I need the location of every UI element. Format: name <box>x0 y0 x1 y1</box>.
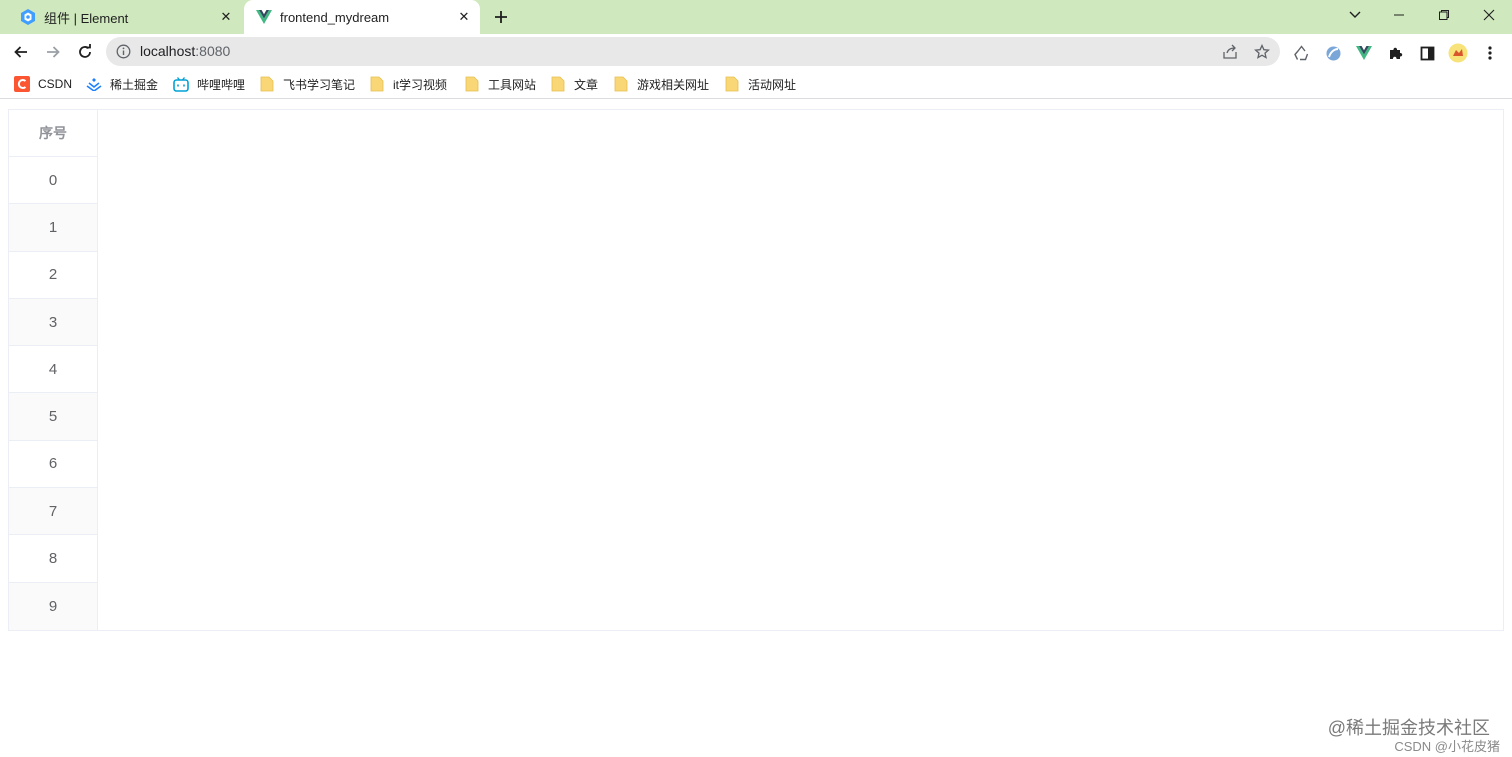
table-row: 5 <box>9 393 97 441</box>
minimize-icon <box>1394 14 1404 16</box>
bookmark-label: it学习视频 <box>393 77 448 92</box>
page-content: 序号 0 1 2 3 4 5 6 7 8 9 @稀土掘金技术社区 CSDN @小… <box>0 100 1512 757</box>
csdn-icon <box>14 76 30 92</box>
minimize-button[interactable] <box>1386 4 1412 26</box>
bookmark-label: 文章 <box>574 77 599 92</box>
bookmark-folder-events[interactable]: 活动网址 <box>724 75 796 93</box>
tab-search-button[interactable] <box>1342 4 1368 26</box>
close-icon[interactable]: ✕ <box>218 9 234 25</box>
tab-element[interactable]: 组件 | Element ✕ <box>0 0 242 34</box>
chevron-down-icon <box>1349 11 1361 18</box>
tab-title: 组件 | Element <box>44 10 129 26</box>
extensions-button[interactable] <box>1386 43 1406 63</box>
forward-button[interactable] <box>41 40 65 64</box>
close-icon[interactable]: ✕ <box>456 9 472 25</box>
bookmark-label: 稀土掘金 <box>110 77 159 92</box>
profile-avatar[interactable] <box>1448 43 1468 63</box>
bookmark-label: 活动网址 <box>748 77 797 92</box>
url-text: localhost:8080 <box>140 43 231 59</box>
address-bar[interactable]: localhost:8080 <box>106 37 1280 66</box>
reload-icon <box>79 44 91 58</box>
table-row: 7 <box>9 488 97 536</box>
side-panel-icon <box>1420 46 1434 60</box>
element-ui-icon <box>20 9 36 25</box>
vue-icon <box>1356 46 1372 60</box>
folder-icon <box>613 76 629 92</box>
bookmark-label: 工具网站 <box>488 77 537 92</box>
folder-icon <box>369 76 385 92</box>
data-table: 序号 0 1 2 3 4 5 6 7 8 9 <box>8 109 1504 631</box>
arrow-right-icon <box>47 46 60 58</box>
share-icon <box>1223 44 1237 59</box>
folder-icon <box>259 76 275 92</box>
bookmark-folder-articles[interactable]: 文章 <box>550 75 598 93</box>
table-row: 3 <box>9 298 97 347</box>
folder-icon <box>464 76 480 92</box>
tab-frontend-mydream[interactable]: frontend_mydream ✕ <box>244 0 480 34</box>
recycle-icon <box>1293 44 1308 60</box>
bookmark-folder-feishu[interactable]: 飞书学习笔记 <box>259 75 355 93</box>
extension-circle-button[interactable] <box>1323 43 1343 63</box>
watermark-csdn: CSDN @小花皮猪 <box>1394 739 1500 754</box>
table-row: 6 <box>9 441 97 489</box>
bookmark-folder-tools[interactable]: 工具网站 <box>464 75 536 93</box>
index-column: 序号 0 1 2 3 4 5 6 7 8 9 <box>9 110 98 630</box>
recycle-extension-button[interactable] <box>1291 43 1311 63</box>
vue-icon <box>256 9 272 25</box>
new-tab-button[interactable] <box>490 7 512 27</box>
more-vertical-icon <box>1488 46 1492 60</box>
globe-extension-icon <box>1326 46 1340 60</box>
puzzle-icon <box>1390 47 1403 59</box>
vue-devtools-button[interactable] <box>1354 43 1374 63</box>
tab-title: frontend_mydream <box>280 9 390 25</box>
browser-toolbar: localhost:8080 <box>0 34 1512 70</box>
table-row: 0 <box>9 157 97 205</box>
share-button[interactable] <box>1221 43 1239 61</box>
menu-button[interactable] <box>1480 43 1500 63</box>
bookmark-folder-it-video[interactable]: it学习视频 <box>369 75 447 93</box>
bilibili-icon <box>173 76 189 92</box>
table-row: 9 <box>9 582 97 630</box>
bookmark-label: CSDN <box>38 77 73 91</box>
bookmark-label: 飞书学习笔记 <box>283 77 356 92</box>
bookmark-juejin[interactable]: 稀土掘金 <box>86 75 158 93</box>
bookmark-folder-games[interactable]: 游戏相关网址 <box>613 75 709 93</box>
bookmark-label: 哔哩哔哩 <box>197 77 246 92</box>
star-icon <box>1254 44 1270 59</box>
tab-strip: 组件 | Element ✕ frontend_mydream ✕ <box>0 0 1512 34</box>
avatar-icon <box>1448 43 1468 63</box>
table-row: 2 <box>9 252 97 299</box>
restore-button[interactable] <box>1431 4 1457 26</box>
table-row: 8 <box>9 535 97 583</box>
bookmark-star-button[interactable] <box>1253 43 1271 61</box>
column-header-index: 序号 <box>9 110 97 157</box>
reload-button[interactable] <box>73 40 97 64</box>
juejin-icon <box>86 76 102 92</box>
bookmark-label: 游戏相关网址 <box>637 77 710 92</box>
folder-icon <box>724 76 740 92</box>
side-panel-button[interactable] <box>1417 43 1437 63</box>
info-icon <box>116 44 131 59</box>
folder-icon <box>550 76 566 92</box>
back-button[interactable] <box>9 40 33 64</box>
restore-icon <box>1439 10 1449 20</box>
bookmark-csdn[interactable]: CSDN <box>14 75 72 93</box>
bookmark-bilibili[interactable]: 哔哩哔哩 <box>173 75 245 93</box>
arrow-left-icon <box>14 46 27 58</box>
table-row: 1 <box>9 204 97 252</box>
table-row: 4 <box>9 346 97 394</box>
bookmarks-bar: CSDN 稀土掘金 哔哩哔哩 飞书学习笔记 it学习视频 工具网站 文章 游戏相… <box>0 70 1512 99</box>
close-icon <box>1483 9 1495 21</box>
close-window-button[interactable] <box>1476 4 1502 26</box>
plus-icon <box>495 11 507 23</box>
